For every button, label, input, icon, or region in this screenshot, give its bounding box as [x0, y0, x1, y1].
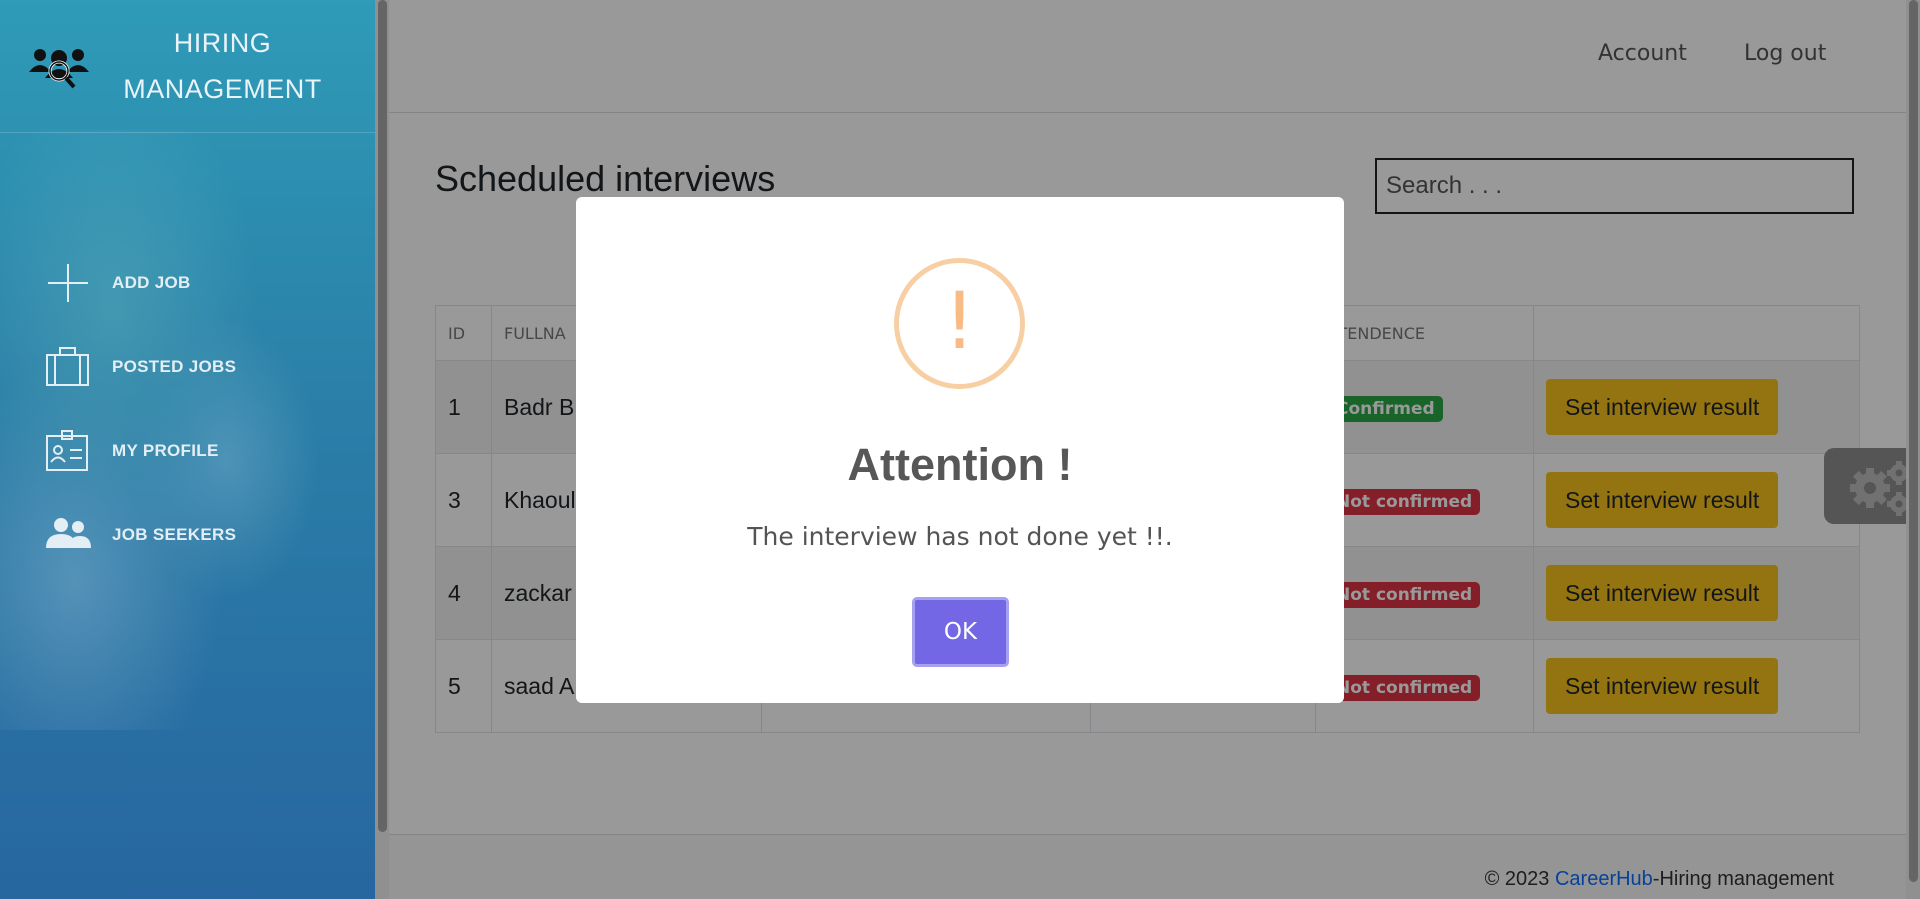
- brand-line-1: HIRING: [173, 28, 272, 58]
- id-card-icon: [46, 430, 88, 471]
- alert-dialog: ! Attention ! The interview has not done…: [576, 197, 1344, 703]
- plus-icon: [48, 264, 88, 302]
- brand-name: HIRING MANAGEMENT: [110, 20, 335, 112]
- sidebar-item-posted-jobs[interactable]: POSTED JOBS: [0, 334, 375, 398]
- briefcase-icon: [46, 347, 89, 386]
- sidebar-item-label: ADD JOB: [112, 273, 191, 292]
- sidebar-item-label: JOB SEEKERS: [112, 525, 237, 544]
- sidebar-item-job-seekers[interactable]: JOB SEEKERS: [0, 502, 375, 566]
- sidebar-item-my-profile[interactable]: MY PROFILE: [0, 418, 375, 482]
- dialog-message: The interview has not done yet !!.: [747, 522, 1173, 551]
- sidebar-item-label: POSTED JOBS: [112, 357, 237, 376]
- exclamation-icon: !: [894, 258, 1025, 389]
- users-icon: [46, 518, 91, 548]
- brand-line-2: MANAGEMENT: [123, 74, 322, 104]
- sidebar-item-label: MY PROFILE: [112, 441, 219, 460]
- dialog-title: Attention !: [847, 439, 1073, 490]
- exclamation-symbol: !: [943, 277, 976, 367]
- sidebar: HIRING MANAGEMENT ADD JOB POSTED JOBS MY…: [0, 0, 375, 899]
- sidebar-item-add-job[interactable]: ADD JOB: [0, 250, 375, 314]
- ok-button[interactable]: OK: [912, 597, 1009, 667]
- people-search-icon: [29, 49, 89, 89]
- brand: HIRING MANAGEMENT: [0, 0, 375, 133]
